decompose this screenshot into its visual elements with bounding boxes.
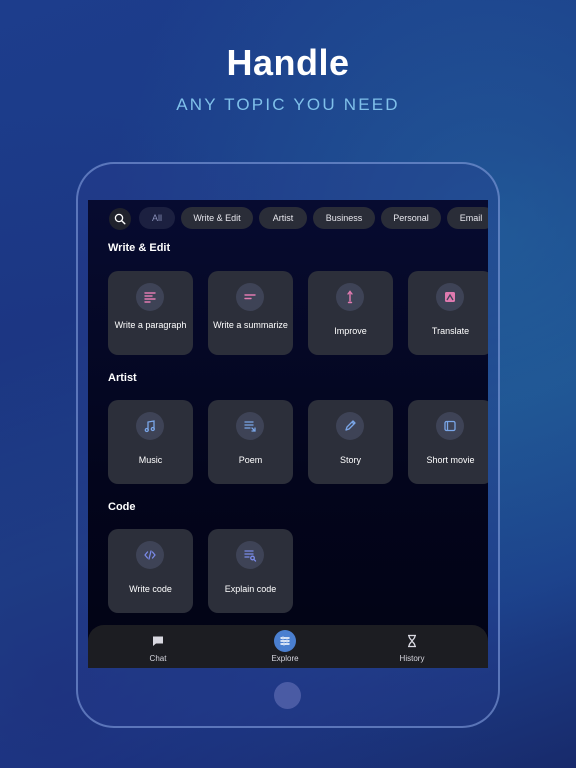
card-story[interactable]: Story: [308, 400, 393, 484]
chip-personal[interactable]: Personal: [381, 207, 441, 229]
card-music[interactable]: Music: [108, 400, 193, 484]
card-label: Explain code: [224, 584, 277, 594]
hourglass-icon: [401, 630, 423, 652]
card-label: Short movie: [426, 455, 475, 465]
card-label: Write a paragraph: [114, 320, 187, 330]
card-translate[interactable]: Translate: [408, 271, 488, 355]
section-title-artist: Artist: [108, 372, 137, 384]
card-label: Translate: [431, 326, 470, 336]
movie-icon: [436, 412, 464, 440]
paragraph-icon: [136, 283, 164, 311]
app-screen: All Write & Edit Artist Business Persona…: [88, 200, 488, 668]
bottom-nav: Chat Explore History: [88, 625, 488, 668]
card-label: Improve: [334, 326, 367, 336]
card-write-paragraph[interactable]: Write a paragraph: [108, 271, 193, 355]
explore-icon: [274, 630, 296, 652]
code-icon: [136, 541, 164, 569]
music-icon: [136, 412, 164, 440]
card-poem[interactable]: Poem: [208, 400, 293, 484]
nav-label: Explore: [271, 654, 299, 663]
headline: Handle: [226, 42, 350, 83]
nav-label: Chat: [149, 654, 167, 663]
card-write-summarize[interactable]: Write a summarize: [208, 271, 293, 355]
nav-history[interactable]: History: [362, 625, 462, 668]
chip-email[interactable]: Email: [447, 207, 488, 229]
summary-icon: [236, 283, 264, 311]
nav-label: History: [399, 654, 425, 663]
chip-write-edit[interactable]: Write & Edit: [181, 207, 253, 229]
chip-business[interactable]: Business: [313, 207, 375, 229]
card-explain-code[interactable]: Explain code: [208, 529, 293, 613]
search-button[interactable]: [109, 208, 131, 230]
poem-icon: [236, 412, 264, 440]
filter-chips: All Write & Edit Artist Business Persona…: [88, 200, 488, 236]
card-short-movie[interactable]: Short movie: [408, 400, 488, 484]
explain-icon: [236, 541, 264, 569]
translate-icon: [436, 283, 464, 311]
card-write-code[interactable]: Write code: [108, 529, 193, 613]
section-title-write-edit: Write & Edit: [108, 242, 171, 254]
card-label: Story: [339, 455, 361, 465]
pencil-icon: [336, 412, 364, 440]
nav-chat[interactable]: Chat: [108, 625, 208, 668]
card-improve[interactable]: Improve: [308, 271, 393, 355]
chip-all[interactable]: All: [139, 207, 175, 229]
nav-explore[interactable]: Explore: [235, 625, 335, 668]
card-label: Write code: [129, 584, 172, 594]
card-label: Music: [138, 455, 163, 465]
card-label: Poem: [238, 455, 263, 465]
section-title-code: Code: [108, 501, 136, 513]
chip-artist[interactable]: Artist: [259, 207, 307, 229]
pen-icon: [336, 283, 364, 311]
chat-icon: [147, 630, 169, 652]
search-icon: [114, 213, 126, 225]
home-button[interactable]: [274, 682, 301, 709]
card-label: Write a summarize: [213, 320, 288, 330]
subheadline: ANY TOPIC YOU NEED: [176, 95, 400, 114]
